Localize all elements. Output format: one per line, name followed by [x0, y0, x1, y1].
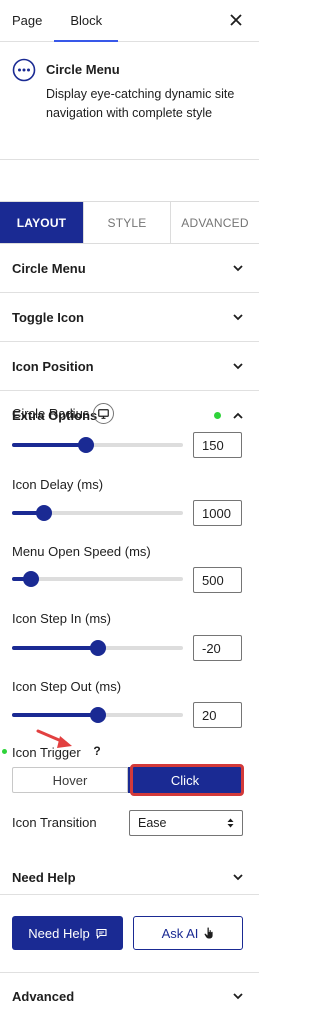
- chevron-down-icon: [233, 265, 243, 272]
- menu-open-speed-label: Menu Open Speed (ms): [12, 544, 151, 559]
- chat-icon: [96, 928, 107, 939]
- close-icon: [230, 14, 242, 26]
- panel-title: Toggle Icon: [12, 309, 84, 325]
- panel-icon-position[interactable]: Icon Position: [0, 342, 259, 391]
- icon-delay-input[interactable]: 1000: [193, 500, 242, 526]
- panel-need-help[interactable]: Need Help: [0, 852, 259, 902]
- chevron-down-icon: [233, 874, 243, 881]
- icon-step-out-slider[interactable]: [12, 707, 183, 723]
- settings-tabs: LAYOUT STYLE ADVANCED: [0, 201, 259, 244]
- menu-open-speed-slider[interactable]: [12, 571, 183, 587]
- panel-toggle-icon[interactable]: Toggle Icon: [0, 293, 259, 342]
- circle-radius-input[interactable]: 150: [193, 432, 242, 458]
- icon-step-out-input[interactable]: 20: [193, 702, 242, 728]
- slider-thumb[interactable]: [77, 437, 94, 453]
- block-description: Display eye-catching dynamic site naviga…: [46, 87, 235, 120]
- icon-transition-select[interactable]: Ease: [129, 810, 243, 836]
- icon-step-out-label: Icon Step Out (ms): [12, 679, 122, 694]
- ask-ai-button[interactable]: Ask AI: [133, 916, 243, 950]
- slider-thumb[interactable]: [89, 640, 106, 656]
- divider: [0, 972, 259, 973]
- chevron-down-icon: [233, 363, 243, 370]
- updown-arrows-icon: [227, 818, 234, 828]
- icon-step-in-slider[interactable]: [12, 640, 183, 656]
- panel-circle-menu[interactable]: Circle Menu: [0, 244, 259, 293]
- tab-block-label: Block: [70, 13, 103, 28]
- responsive-device-button[interactable]: [93, 403, 114, 424]
- circle-menu-icon: [12, 58, 36, 82]
- trigger-option-click[interactable]: Click: [128, 767, 242, 793]
- icon-trigger-toggle: Hover Click: [12, 767, 242, 793]
- tab-style[interactable]: STYLE: [84, 202, 171, 243]
- modified-indicator: [2, 749, 7, 754]
- icon-step-in-label: Icon Step In (ms): [12, 611, 111, 626]
- tab-advanced[interactable]: ADVANCED: [171, 202, 259, 243]
- slider-thumb[interactable]: [89, 707, 106, 723]
- block-card: Circle Menu Display eye-catching dynamic…: [0, 42, 259, 160]
- panel-title: Circle Menu: [12, 260, 86, 276]
- chevron-down-icon: [233, 314, 243, 321]
- close-button[interactable]: [225, 9, 247, 31]
- slider-fill: [12, 646, 98, 650]
- panel-title: Advanced: [12, 988, 75, 1004]
- tab-block[interactable]: Block: [54, 0, 118, 42]
- slider-thumb[interactable]: [22, 571, 39, 587]
- trigger-option-hover[interactable]: Hover: [12, 767, 128, 793]
- tab-page-label: Page: [12, 13, 43, 28]
- panel-header-right: [214, 409, 245, 423]
- circle-radius-label: Circle Radius: [12, 406, 90, 421]
- icon-delay-slider[interactable]: [12, 505, 183, 521]
- help-icon[interactable]: ?: [88, 742, 106, 760]
- panel-title: Icon Position: [12, 358, 94, 374]
- tab-layout[interactable]: LAYOUT: [0, 202, 84, 243]
- panel-advanced[interactable]: Advanced: [0, 974, 259, 1018]
- circle-radius-slider[interactable]: [12, 437, 183, 453]
- slider-fill: [12, 713, 98, 717]
- desktop-icon: [98, 408, 109, 419]
- menu-open-speed-input[interactable]: 500: [193, 567, 242, 593]
- icon-step-in-input[interactable]: -20: [193, 635, 242, 661]
- hand-pointer-icon: [204, 927, 214, 939]
- chevron-up-icon: [233, 412, 243, 419]
- need-help-label: Need Help: [28, 925, 90, 941]
- block-title: Circle Menu: [46, 62, 120, 77]
- sidebar-header: Page Block: [0, 0, 259, 42]
- need-help-button[interactable]: Need Help: [12, 916, 123, 950]
- icon-trigger-label: Icon Trigger: [12, 745, 81, 760]
- chevron-down-icon: [233, 993, 243, 1000]
- ask-ai-label: Ask AI: [161, 925, 199, 941]
- modified-indicator: [214, 412, 221, 419]
- icon-delay-label: Icon Delay (ms): [12, 477, 104, 492]
- panel-title: Need Help: [12, 869, 76, 885]
- icon-transition-label: Icon Transition: [12, 815, 97, 830]
- slider-fill: [12, 443, 86, 447]
- select-value: Ease: [138, 816, 167, 830]
- tab-page[interactable]: Page: [0, 0, 54, 41]
